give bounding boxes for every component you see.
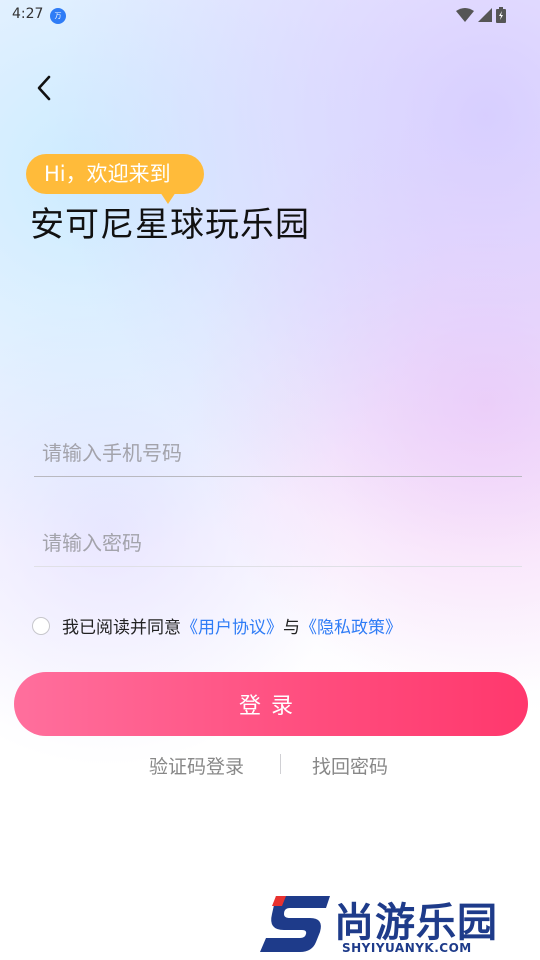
watermark-logo: 尚游乐园 SHYIYUANYK.COM — [258, 888, 540, 958]
user-agreement-link[interactable]: 《用户协议》 — [181, 613, 283, 638]
link-divider — [280, 754, 281, 774]
wifi-icon — [456, 8, 474, 22]
greeting-bubble: Hi，欢迎来到 — [26, 154, 204, 204]
password-input[interactable] — [34, 520, 522, 566]
chevron-left-icon — [37, 75, 51, 101]
back-button[interactable] — [28, 72, 60, 104]
login-button[interactable]: 登录 — [14, 672, 528, 736]
privacy-policy-link[interactable]: 《隐私政策》 — [300, 613, 402, 638]
agreement-prefix: 我已阅读并同意 — [62, 618, 181, 638]
page-title: 安可尼星球玩乐园 — [30, 205, 310, 245]
watermark-url: SHYIYUANYK.COM — [342, 941, 472, 955]
forgot-password-link[interactable]: 找回密码 — [312, 752, 388, 779]
agree-checkbox[interactable] — [32, 616, 50, 635]
status-bar: 4:27 万 — [0, 0, 540, 32]
password-field-wrapper — [34, 520, 522, 567]
signal-icon — [478, 8, 492, 22]
agreement-joiner: 与 — [283, 618, 300, 638]
notification-app-icon: 万 — [50, 8, 66, 24]
status-time: 4:27 — [12, 6, 44, 22]
phone-input[interactable] — [34, 430, 522, 476]
status-icons — [456, 7, 506, 23]
alt-login-links: 验证码登录 找回密码 — [0, 752, 540, 782]
watermark-s-logo-icon — [260, 896, 330, 952]
phone-field-wrapper — [34, 430, 522, 477]
battery-icon — [496, 7, 506, 23]
sms-login-link[interactable]: 验证码登录 — [149, 752, 244, 779]
watermark-text: 尚游乐园 — [334, 900, 498, 946]
agreement-row: 我已阅读并同意 《用户协议》 与 《隐私政策》 — [32, 613, 402, 638]
